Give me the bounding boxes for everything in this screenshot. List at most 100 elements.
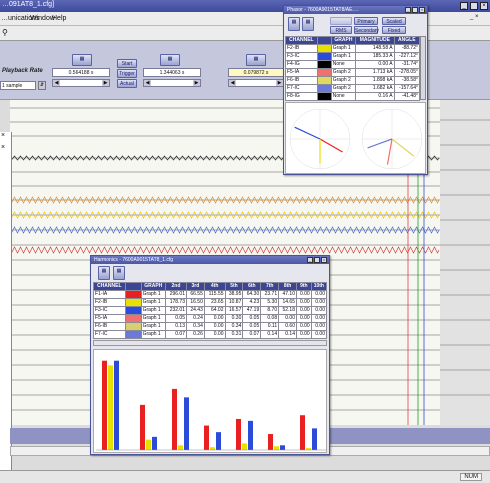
phasor-min-button[interactable]: _	[405, 7, 411, 13]
harmonics-col-header[interactable]: 4th	[203, 282, 226, 291]
col-channel[interactable]: CHANNEL	[285, 36, 318, 45]
minimize-button[interactable]: _	[460, 2, 468, 10]
color-swatch[interactable]	[124, 330, 142, 339]
phasor-row[interactable]: F2-IB Graph 1 148.58 A -88.72°	[285, 44, 421, 53]
maximize-button[interactable]	[470, 2, 478, 10]
mdi-minimize-button[interactable]: _ ×	[470, 14, 479, 20]
harmonics-row[interactable]: F6-IB Graph 1 0.13 0.34 0.00 0.34 0.05 0.11 0.6…	[93, 322, 328, 331]
graph-cell[interactable]: None	[330, 60, 357, 69]
harmonics-close-button[interactable]: ×	[321, 257, 327, 263]
trigger-button[interactable]: Trigger	[117, 69, 137, 78]
color-swatch[interactable]	[316, 84, 332, 93]
slider-left-icon[interactable]: ◀	[53, 80, 60, 86]
color-swatch[interactable]	[124, 306, 142, 315]
harmonics-hscroll[interactable]	[93, 340, 327, 346]
secondary-button[interactable]: Secondary	[354, 26, 379, 34]
harmonics-col-header[interactable]: 9th	[296, 282, 312, 291]
slider-right-icon[interactable]: ▶	[102, 80, 109, 86]
harmonics-row[interactable]: F7-IC Graph 1 0.07 0.26 0.00 0.31 0.07 0.14 0.1…	[93, 330, 328, 339]
harmonics-col-header[interactable]: 3rd	[185, 282, 205, 291]
phasor-table-scrollbar[interactable]	[420, 36, 426, 100]
graph-cell[interactable]: Graph 1	[140, 322, 166, 331]
harmonics-col-header[interactable]: 6th	[242, 282, 262, 291]
phasor-max-button[interactable]	[412, 7, 418, 13]
graph-cell[interactable]: Graph 1	[140, 290, 166, 299]
close-button[interactable]: ×	[480, 2, 488, 10]
graph-cell[interactable]: Graph 2	[330, 68, 357, 77]
harmonics-graph-icon-2[interactable]: ▦	[113, 266, 125, 280]
cursor1-button[interactable]: ▦	[72, 54, 92, 66]
cursor1-field[interactable]: 0.564188 s	[52, 68, 110, 77]
primary-button[interactable]: Primary	[354, 17, 378, 25]
harmonics-col-header[interactable]: GRAPH	[140, 282, 166, 291]
delta-slider[interactable]: ◀ ▶	[228, 79, 284, 87]
color-swatch[interactable]	[316, 44, 332, 53]
rms-button[interactable]: RMS	[330, 26, 352, 34]
color-swatch[interactable]	[316, 76, 332, 85]
graph-cell[interactable]: Graph 1	[140, 314, 166, 323]
color-swatch[interactable]	[316, 52, 332, 61]
phasor-row[interactable]: F7-IC Graph 2 1.682 kA -157.64°	[285, 84, 421, 93]
slider-left-icon[interactable]: ◀	[144, 80, 151, 86]
zoom-icon[interactable]: ⚲	[2, 28, 12, 38]
phasor-close-button[interactable]: ×	[419, 7, 425, 13]
col-magnitude[interactable]: MAGNITUDE	[355, 36, 395, 45]
color-swatch[interactable]	[124, 314, 142, 323]
actual-button[interactable]: Actual	[117, 79, 137, 88]
col-graph[interactable]: GRAPH	[330, 36, 357, 45]
delta-button[interactable]: ▦	[246, 54, 266, 66]
harmonics-col-header[interactable]: CHANNEL	[93, 282, 126, 291]
graph-cell[interactable]: Graph 1	[140, 330, 166, 339]
harmonics-row[interactable]: F5-IA Graph 1 0.05 0.24 0.00 0.30 0.05 0.08 0.0…	[93, 314, 328, 323]
harmonics-max-button[interactable]	[314, 257, 320, 263]
phasor-graph-icon-1[interactable]: ▦	[288, 17, 300, 31]
cursor2-slider[interactable]: ◀ ▶	[143, 79, 201, 87]
phasor-row[interactable]: F8-IG None 0.16 A -41.48°	[285, 92, 421, 101]
slider-right-icon[interactable]: ▶	[193, 80, 200, 86]
phasor-row[interactable]: F5-IA Graph 2 1.713 kA -278.05°	[285, 68, 421, 77]
scaled-button[interactable]: Scaled	[382, 17, 406, 25]
harmonics-col-header[interactable]: 5th	[224, 282, 244, 291]
cursor2-field[interactable]: 1.344063 s	[143, 68, 201, 77]
graph-cell[interactable]: Graph 1	[330, 44, 357, 53]
phasor-row[interactable]: F6-IB Graph 2 1.898 kA -38.58°	[285, 76, 421, 85]
color-swatch[interactable]	[316, 92, 332, 101]
harmonics-min-button[interactable]: _	[307, 257, 313, 263]
playback-rate-select[interactable]: 1 sample	[0, 81, 36, 90]
fixed-button[interactable]: Fixed	[382, 26, 406, 34]
phasor-graph-icon-2[interactable]: ▦	[302, 17, 314, 31]
graph-cell[interactable]: Graph 1	[140, 306, 166, 315]
harmonics-col-header[interactable]: 2nd	[164, 282, 187, 291]
harmonics-col-header[interactable]: 8th	[278, 282, 297, 291]
cursor2-button[interactable]: ▦	[160, 54, 180, 66]
graph-cell[interactable]: None	[330, 92, 357, 101]
harmonics-row[interactable]: F2-IB Graph 1 178.73 16.50 23.65 10.87 4.23 5.…	[93, 298, 328, 307]
graph-cell[interactable]: Graph 1	[140, 298, 166, 307]
color-swatch[interactable]	[316, 60, 332, 69]
panel-close-icon[interactable]: ×	[1, 132, 5, 139]
color-swatch[interactable]	[124, 322, 142, 331]
graph-cell[interactable]: Graph 1	[330, 52, 357, 61]
phasor-row[interactable]: F3-IC Graph 1 185.33 A -227.12°	[285, 52, 421, 61]
panel-close-icon[interactable]: ×	[1, 144, 5, 151]
graph-cell[interactable]: Graph 2	[330, 76, 357, 85]
slider-right-icon[interactable]: ▶	[276, 80, 283, 86]
col-angle[interactable]: ANGLE	[393, 36, 421, 45]
menu-help[interactable]: Help	[52, 15, 66, 22]
slider-left-icon[interactable]: ◀	[229, 80, 236, 86]
harmonics-col-header[interactable]: 7th	[260, 282, 280, 291]
rate-spin-icon[interactable]: ⇵	[38, 81, 46, 90]
cursor1-slider[interactable]: ◀ ▶	[52, 79, 110, 87]
delta-field[interactable]: 0.079872 s	[228, 68, 284, 77]
harmonics-row[interactable]: F3-IC Graph 1 232.01 24.43 64.02 16.57 47.19 8…	[93, 306, 328, 315]
harmonics-row[interactable]: F1-IA Graph 1 296.01 66.55 115.55 38.95 64.30…	[93, 290, 328, 299]
peak-button[interactable]	[330, 17, 352, 25]
color-swatch[interactable]	[124, 298, 142, 307]
harmonics-col-header[interactable]: 10th	[310, 282, 328, 291]
start-button[interactable]: Start	[117, 59, 137, 68]
graph-cell[interactable]: Graph 2	[330, 84, 357, 93]
harmonics-graph-icon-1[interactable]: ▦	[98, 266, 110, 280]
color-swatch[interactable]	[316, 68, 332, 77]
color-swatch[interactable]	[124, 290, 142, 299]
phasor-row[interactable]: F4-IG None 0.00 A -31.74°	[285, 60, 421, 69]
